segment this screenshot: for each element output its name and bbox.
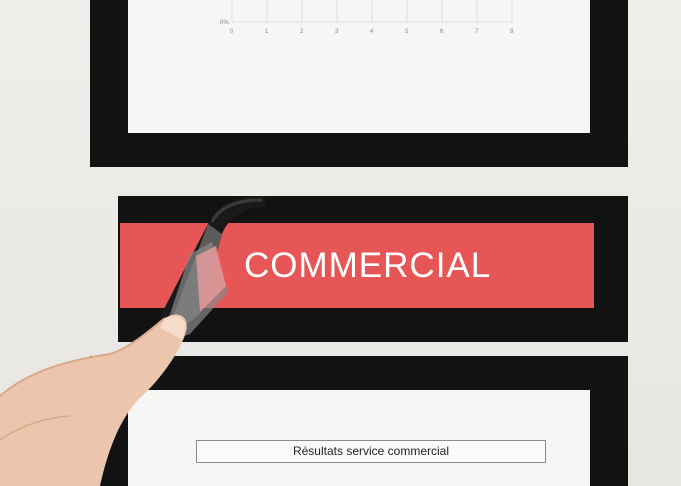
- x-tick-5: 5: [405, 29, 409, 35]
- y-tick-label: 0%: [220, 20, 229, 26]
- x-tick-0: 0: [230, 29, 234, 35]
- results-title-box: Résultats service commercial: [196, 440, 546, 463]
- label-text: COMMERCIAL: [244, 246, 492, 285]
- top-paper: 0% 0 1 2 3 4 5 6 7 8: [128, 0, 590, 133]
- x-tick-6: 6: [440, 29, 444, 35]
- x-tick-4: 4: [370, 29, 374, 35]
- hand: [0, 314, 187, 486]
- x-tick-1: 1: [265, 29, 269, 35]
- x-tick-7: 7: [475, 29, 479, 35]
- x-tick-8: 8: [510, 29, 514, 35]
- top-frame: 0% 0 1 2 3 4 5 6 7 8: [90, 0, 628, 167]
- x-tick-3: 3: [335, 29, 339, 35]
- chart-fragment: 0% 0 1 2 3 4 5 6 7 8: [220, 0, 514, 35]
- x-tick-2: 2: [300, 29, 304, 35]
